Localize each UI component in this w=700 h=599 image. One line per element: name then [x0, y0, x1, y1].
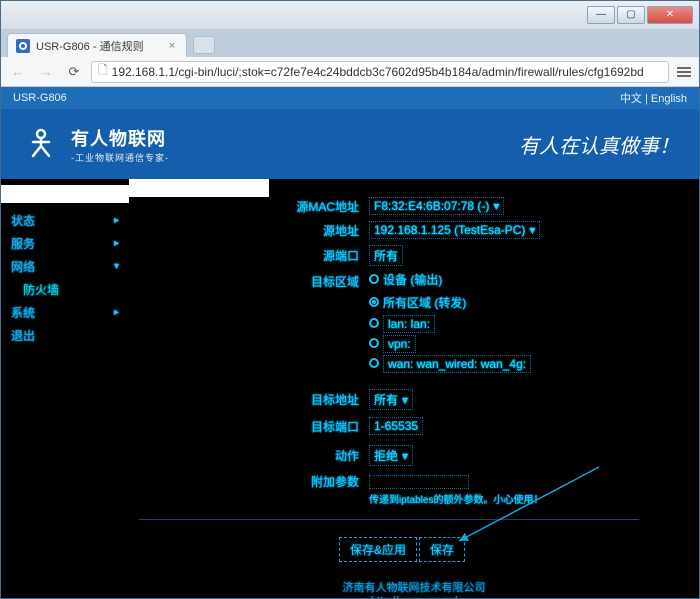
tab-favicon-icon: [16, 39, 30, 53]
page-icon: 🗋: [98, 61, 108, 82]
sidebar-item-network[interactable]: 网络 ▾: [1, 255, 129, 278]
browser-menu-button[interactable]: [675, 63, 693, 81]
zone-option-lan[interactable]: lan: lan:: [369, 317, 531, 331]
field-label: 目标端口: [279, 418, 359, 435]
footer-url-link[interactable]: http://www.usr.cn/: [371, 595, 457, 598]
dst-ip-select[interactable]: 所有▾: [369, 389, 413, 410]
row-extra: 附加参数: [279, 473, 469, 490]
src-ip-select[interactable]: 192.168.1.125 (TestEsa-PC)▾: [369, 221, 540, 239]
lang-cn-link[interactable]: 中文: [620, 93, 642, 105]
chevron-down-icon: ▾: [114, 261, 119, 272]
row-target-zone: 目标区域 设备 (输出) 所有区域 (转发) lan: lan: vpn: wa…: [279, 271, 531, 371]
zone-option-device[interactable]: 设备 (输出): [369, 271, 531, 288]
nav-back-button[interactable]: ←: [7, 61, 29, 83]
field-label: 目标地址: [279, 391, 359, 408]
chevron-down-icon: ▾: [493, 199, 499, 213]
src-mac-select[interactable]: F8:32:E4:6B:07:78 (-)▾: [369, 197, 504, 215]
row-src-ip: 源地址 192.168.1.125 (TestEsa-PC)▾: [279, 221, 540, 239]
window-minimize-button[interactable]: —: [587, 6, 615, 24]
sidebar-item-label: 网络: [11, 258, 35, 275]
new-tab-button[interactable]: [193, 36, 215, 54]
save-apply-button[interactable]: 保存&应用: [339, 537, 417, 562]
window-titlebar: — ▢ ✕: [1, 1, 699, 29]
row-action: 动作 拒绝▾: [279, 445, 413, 466]
row-src-mac: 源MAC地址 F8:32:E4:6B:07:78 (-)▾: [279, 197, 504, 215]
save-button[interactable]: 保存: [419, 537, 465, 562]
field-label: 源端口: [279, 247, 359, 264]
brand-logo-icon: [21, 124, 61, 164]
zone-option-vpn[interactable]: vpn:: [369, 337, 531, 351]
sidebar-item-label: 状态: [11, 212, 35, 229]
zone-option-wan[interactable]: wan: wan_wired: wan_4g:: [369, 357, 531, 371]
chevron-right-icon: ▸: [114, 307, 119, 318]
browser-tab-strip: USR-G806 - 通信规则 ×: [1, 29, 699, 57]
page: USR-G806 中文 | English 有人物联网 -工业物联网通信专家- …: [1, 87, 699, 598]
lang-switch: 中文 | English: [620, 90, 687, 106]
chevron-down-icon: ▾: [529, 223, 535, 237]
chevron-right-icon: ▸: [114, 238, 119, 249]
nav-reload-button[interactable]: ⟳: [63, 61, 85, 83]
tab-title: USR-G806 - 通信规则: [36, 38, 144, 54]
sidebar-item-service[interactable]: 服务 ▸: [1, 232, 129, 255]
brand-name: 有人物联网: [71, 125, 169, 151]
sidebar-item-label: 系统: [11, 304, 35, 321]
action-select[interactable]: 拒绝▾: [369, 445, 413, 466]
extra-args-input[interactable]: [369, 475, 469, 489]
chevron-down-icon: ▾: [402, 393, 408, 407]
brand-subtitle: -工业物联网通信专家-: [71, 151, 169, 164]
sidebar-item-status[interactable]: 状态 ▸: [1, 209, 129, 232]
field-label: 附加参数: [279, 473, 359, 490]
nav-forward-button[interactable]: →: [35, 61, 57, 83]
sidebar-item-label: 退出: [11, 327, 35, 344]
src-port-input[interactable]: 所有: [369, 245, 403, 266]
dst-port-input[interactable]: 1-65535: [369, 417, 423, 435]
browser-toolbar: ← → ⟳ 🗋 192.168.1.1/cgi-bin/luci/;stok=c…: [1, 57, 699, 87]
window-close-button[interactable]: ✕: [647, 6, 693, 24]
field-label: 源地址: [279, 222, 359, 239]
form-divider: [139, 519, 639, 520]
zone-option-allfwd[interactable]: 所有区域 (转发): [369, 294, 531, 311]
sidebar-item-logout[interactable]: 退出: [1, 324, 129, 347]
device-model: USR-G806: [13, 92, 67, 104]
chevron-down-icon: ▾: [402, 449, 408, 463]
browser-tab[interactable]: USR-G806 - 通信规则 ×: [7, 33, 187, 57]
tab-close-button[interactable]: ×: [166, 40, 178, 52]
chevron-right-icon: ▸: [114, 215, 119, 226]
page-top-bar: USR-G806 中文 | English: [1, 87, 699, 109]
target-zone-options: 设备 (输出) 所有区域 (转发) lan: lan: vpn: wan: wa…: [369, 271, 531, 371]
sidebar-item-system[interactable]: 系统 ▸: [1, 301, 129, 324]
sidebar-item-label: 服务: [11, 235, 35, 252]
main-pane: 源MAC地址 F8:32:E4:6B:07:78 (-)▾ 源地址 192.16…: [129, 179, 699, 598]
form-buttons: 保存&应用 保存: [339, 537, 465, 562]
annotation-arrow-icon: [449, 463, 609, 553]
sidebar-item-firewall[interactable]: 防火墙: [1, 278, 129, 301]
address-bar[interactable]: 🗋 192.168.1.1/cgi-bin/luci/;stok=c72fe7e…: [91, 61, 669, 83]
footer-link: http://www.usr.cn/: [129, 595, 699, 598]
main-white-strip: [129, 179, 269, 197]
lang-en-link[interactable]: English: [651, 93, 687, 105]
row-dst-port: 目标端口 1-65535: [279, 417, 423, 435]
sidebar: 状态 ▸ 服务 ▸ 网络 ▾ 防火墙 系统 ▸ 退出: [1, 179, 129, 598]
field-label: 动作: [279, 447, 359, 464]
field-label: 源MAC地址: [279, 198, 359, 215]
field-label: 目标区域: [279, 271, 359, 290]
brand-slogan: 有人在认真做事！: [519, 130, 679, 159]
sidebar-white-strip: [1, 185, 129, 203]
row-dst-ip: 目标地址 所有▾: [279, 389, 413, 410]
row-src-port: 源端口 所有: [279, 245, 403, 266]
footer-company: 济南有人物联网技术有限公司: [129, 579, 699, 595]
window-maximize-button[interactable]: ▢: [617, 6, 645, 24]
extra-hint: 传递到iptables的额外参数。小心使用！: [369, 491, 543, 506]
address-text: 192.168.1.1/cgi-bin/luci/;stok=c72fe7e4c…: [112, 65, 644, 79]
brand-banner: 有人物联网 -工业物联网通信专家- 有人在认真做事！: [1, 109, 699, 179]
